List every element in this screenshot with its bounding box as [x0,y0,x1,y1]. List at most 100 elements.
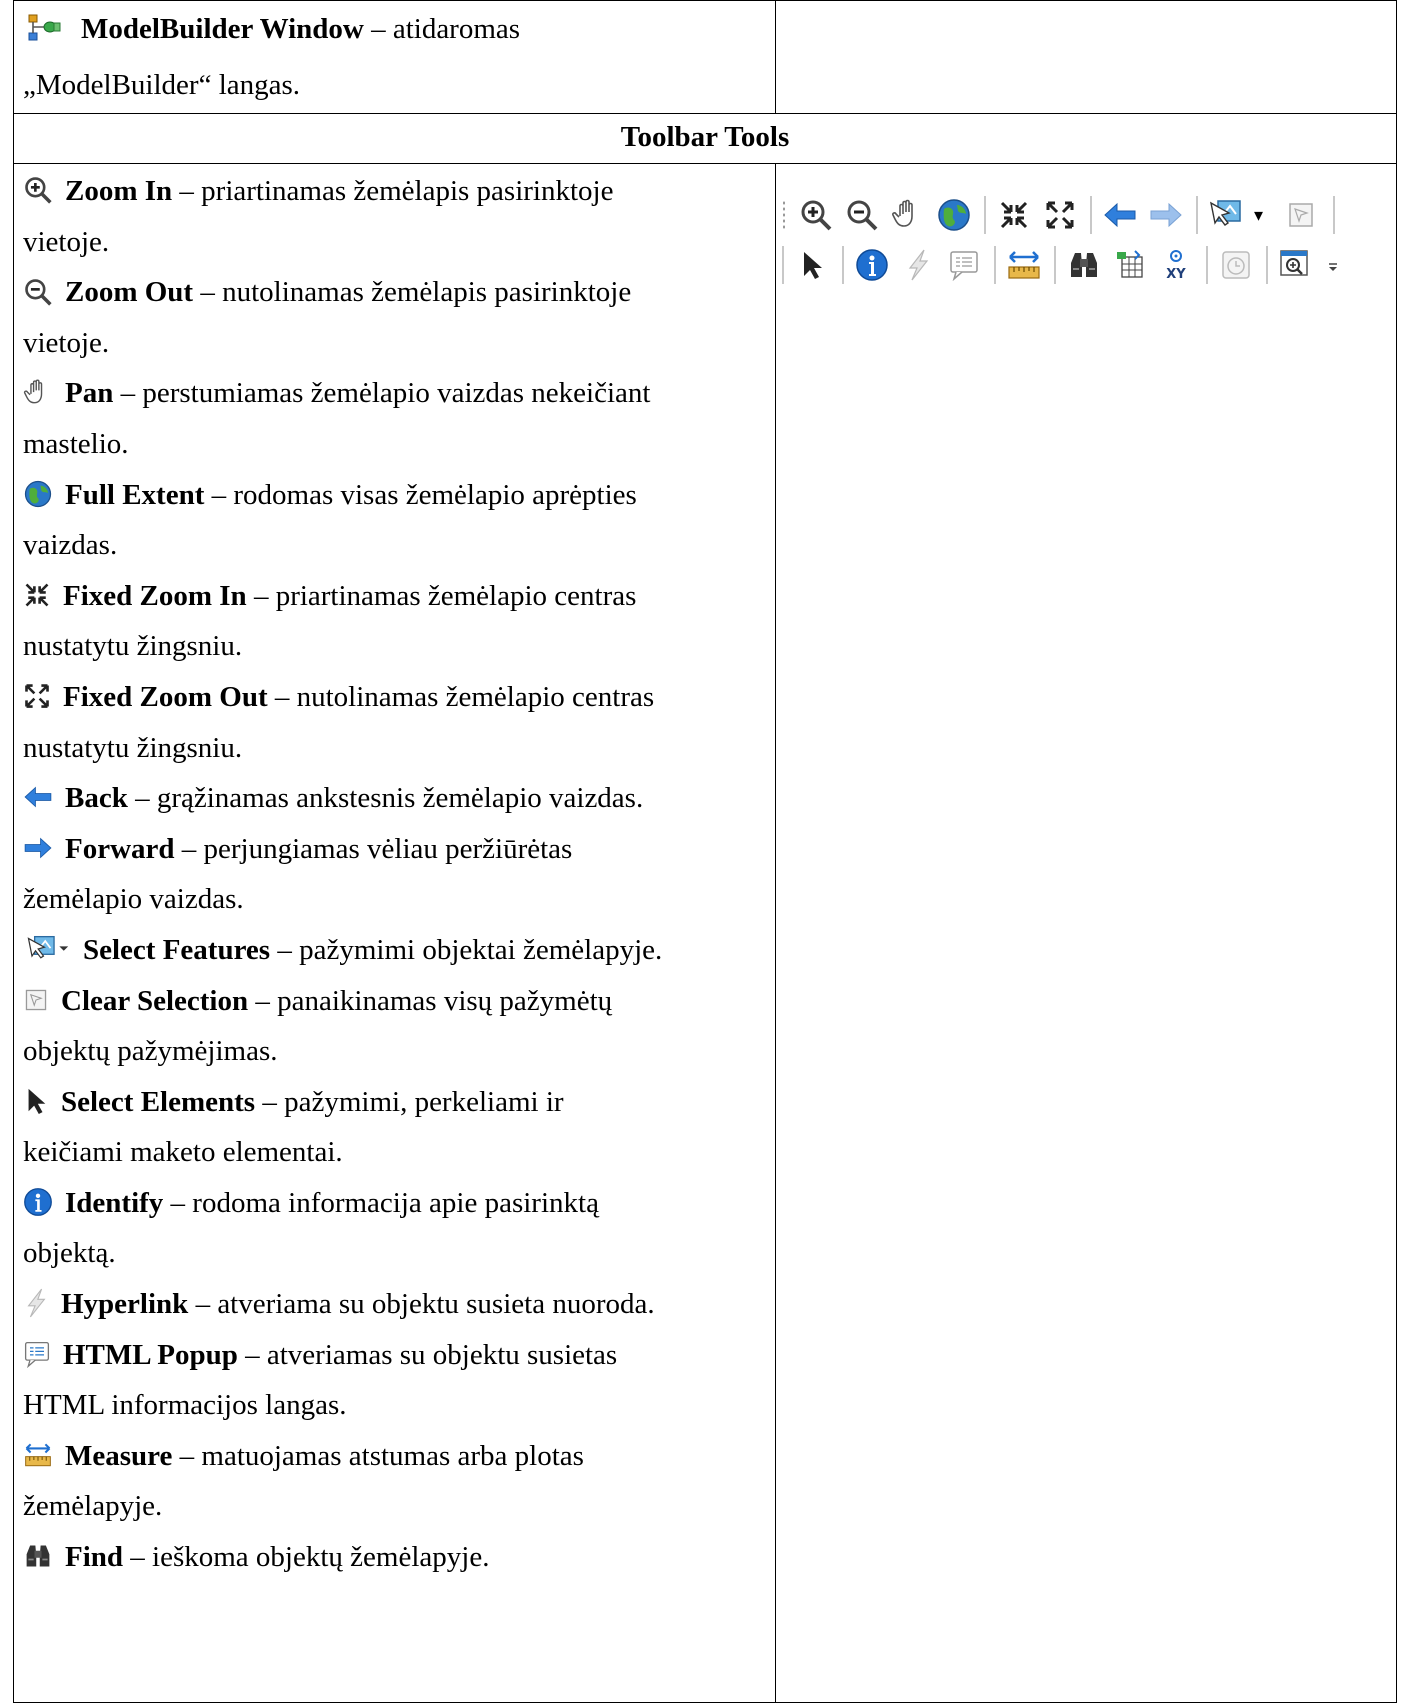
tool-entry: Hyperlink – atveriama su objektu susieta… [23,1279,775,1330]
tb-select-features-icon[interactable] [1206,195,1246,235]
measure-ruler-icon [23,1441,53,1469]
toolbar-image-cell: ▾ XY [775,163,1397,1703]
tool-entry-line1: Find – ieškoma objektų žemėlapyje. [23,1532,775,1583]
toolbar-separator [1266,246,1268,284]
tool-description: – grąžinamas ankstesnis žemėlapio vaizda… [127,782,644,815]
tool-name: Forward [65,832,175,865]
tb-fixed-zoom-in-icon[interactable] [994,195,1034,235]
tb-forward-arrow-icon[interactable] [1146,195,1186,235]
tool-entry-line1: Clear Selection – panaikinamas visų pažy… [23,976,775,1027]
tool-entry: Identify – rodoma informacija apie pasir… [23,1178,775,1279]
modelbuilder-cell: ModelBuilder Window – atidaromas „ModelB… [13,0,776,114]
tool-name: Identify [65,1186,164,1219]
tb-back-arrow-icon[interactable] [1100,195,1140,235]
select-elements-arrow-icon [23,1086,49,1116]
toolbar-row-2: XY [782,240,1396,290]
tool-entry-line1: Full Extent – rodomas visas žemėlapio ap… [23,470,775,521]
toolbar-separator [842,246,844,284]
tool-description-continued: vietoje. [23,326,110,359]
svg-text:XY: XY [1166,267,1186,282]
tool-entry-line1: Measure – matuojamas atstumas arba plota… [23,1431,775,1482]
tb-pan-hand-icon[interactable] [888,195,928,235]
find-binoculars-icon [23,1542,53,1570]
tool-description: – pažymimi objektai žemėlapyje. [270,933,663,966]
tool-entry-line1: Back – grąžinamas ankstesnis žemėlapio v… [23,773,775,824]
tools-description-cell: Zoom In – priartinamas žemėlapis pasirin… [13,163,776,1703]
tool-description-continued: mastelio. [23,427,129,460]
modelbuilder-desc-line1: – atidaromas [363,13,521,45]
tool-entry: Zoom Out – nutolinamas žemėlapis pasirin… [23,267,775,368]
tool-description: – atveriamas su objektu susietas [237,1338,618,1371]
tool-description-continued: HTML informacijos langas. [23,1389,347,1422]
tool-name: Clear Selection [61,984,249,1017]
toolbar-grip [782,200,786,230]
tool-description: – nutolinamas žemėlapio centras [267,680,655,713]
tool-entry-line1: Identify – rodoma informacija apie pasir… [23,1178,775,1229]
fixed-zoom-in-icon [23,581,51,609]
tool-entry: Find – ieškoma objektų žemėlapyje. [23,1532,775,1583]
tool-description: – nutolinamas žemėlapis pasirinktoje [193,276,632,309]
tool-description-continued: žemėlapio vaizdas. [23,883,244,916]
tb-go-to-xy-grid-icon[interactable] [1110,245,1150,285]
tb-xy-coordinate-icon[interactable]: XY [1156,245,1196,285]
tb-select-elements-arrow-icon[interactable] [792,245,832,285]
tb-html-popup-icon[interactable] [944,245,984,285]
tb-zoom-out-icon[interactable] [842,195,882,235]
tb-create-viewer-window-icon[interactable] [1276,245,1316,285]
tool-entry-line1: Fixed Zoom In – priartinamas žemėlapio c… [23,571,775,622]
select-features-dropdown-icon[interactable]: ▾ [1254,205,1263,226]
tool-name: Full Extent [65,478,205,511]
tool-description: – priartinamas žemėlapio centras [246,579,637,612]
tool-name: Zoom Out [65,276,194,309]
tool-description: – perstumiamas žemėlapio vaizdas nekeiči… [113,377,651,410]
tool-entry-line1: Fixed Zoom Out – nutolinamas žemėlapio c… [23,672,775,723]
tb-fixed-zoom-out-icon[interactable] [1040,195,1080,235]
tb-identify-info-icon[interactable] [852,245,892,285]
modelbuilder-title: ModelBuilder Window [81,13,364,45]
tb-globe-icon[interactable] [934,195,974,235]
toolbar-separator [994,246,996,284]
tool-name: Back [65,782,128,815]
tool-entry: Zoom In – priartinamas žemėlapis pasirin… [23,166,775,267]
tb-clear-selection-icon[interactable] [1281,195,1321,235]
tool-name: Hyperlink [61,1288,189,1321]
hyperlink-bolt-icon [23,1287,49,1319]
tools-table: ModelBuilder Window – atidaromas „ModelB… [13,0,1397,1703]
tool-description-continued: žemėlapyje. [23,1490,163,1523]
tool-description: – rodomas visas žemėlapio aprėpties [204,478,637,511]
toolbar-separator [1090,196,1092,234]
modelbuilder-right-cell [775,0,1397,114]
toolbar-separator [1196,196,1198,234]
tool-description: – matuojamas atstumas arba plotas [172,1439,584,1472]
tb-zoom-in-icon[interactable] [796,195,836,235]
tool-entry-line1: Hyperlink – atveriama su objektu susieta… [23,1279,775,1330]
forward-arrow-icon [23,836,53,860]
tool-entry: Back – grąžinamas ankstesnis žemėlapio v… [23,773,775,824]
tool-entry: Measure – matuojamas atstumas arba plota… [23,1431,775,1532]
globe-icon [23,479,53,509]
tool-entry: Clear Selection – panaikinamas visų pažy… [23,976,775,1077]
tb-find-binoculars-icon[interactable] [1064,245,1104,285]
tool-description-continued: objektų pažymėjimas. [23,1035,278,1068]
toolbar-overflow-icon[interactable] [1326,260,1340,290]
tool-description: – ieškoma objektų žemėlapyje. [123,1541,490,1574]
tool-description-continued: nustatytu žingsniu. [23,630,243,663]
tool-description: – atveriama su objektu susieta nuoroda. [188,1288,655,1321]
tb-measure-ruler-icon[interactable] [1004,245,1044,285]
tool-description: – priartinamas žemėlapis pasirinktoje [172,175,614,207]
toolbar-separator [984,196,986,234]
tool-entry-line1: Zoom Out – nutolinamas žemėlapis pasirin… [23,267,775,318]
tools-row: Zoom In – priartinamas žemėlapis pasirin… [13,163,1397,1703]
toolbar-separator [1054,246,1056,284]
identify-info-icon [23,1187,53,1217]
toolbar-row-1: ▾ [782,190,1396,240]
tool-name: Pan [65,377,114,410]
document-page: ModelBuilder Window – atidaromas „ModelB… [13,0,1397,1703]
section-header: Toolbar Tools [13,113,1397,164]
tb-time-slider-icon[interactable] [1216,245,1256,285]
tool-entry-line1: HTML Popup – atveriamas su objektu susie… [23,1330,775,1381]
zoom-in-icon [23,175,53,205]
toolbar-separator [782,246,784,284]
tb-hyperlink-bolt-icon[interactable] [898,245,938,285]
tool-entry: Select Features – pažymimi objektai žemė… [23,925,775,976]
